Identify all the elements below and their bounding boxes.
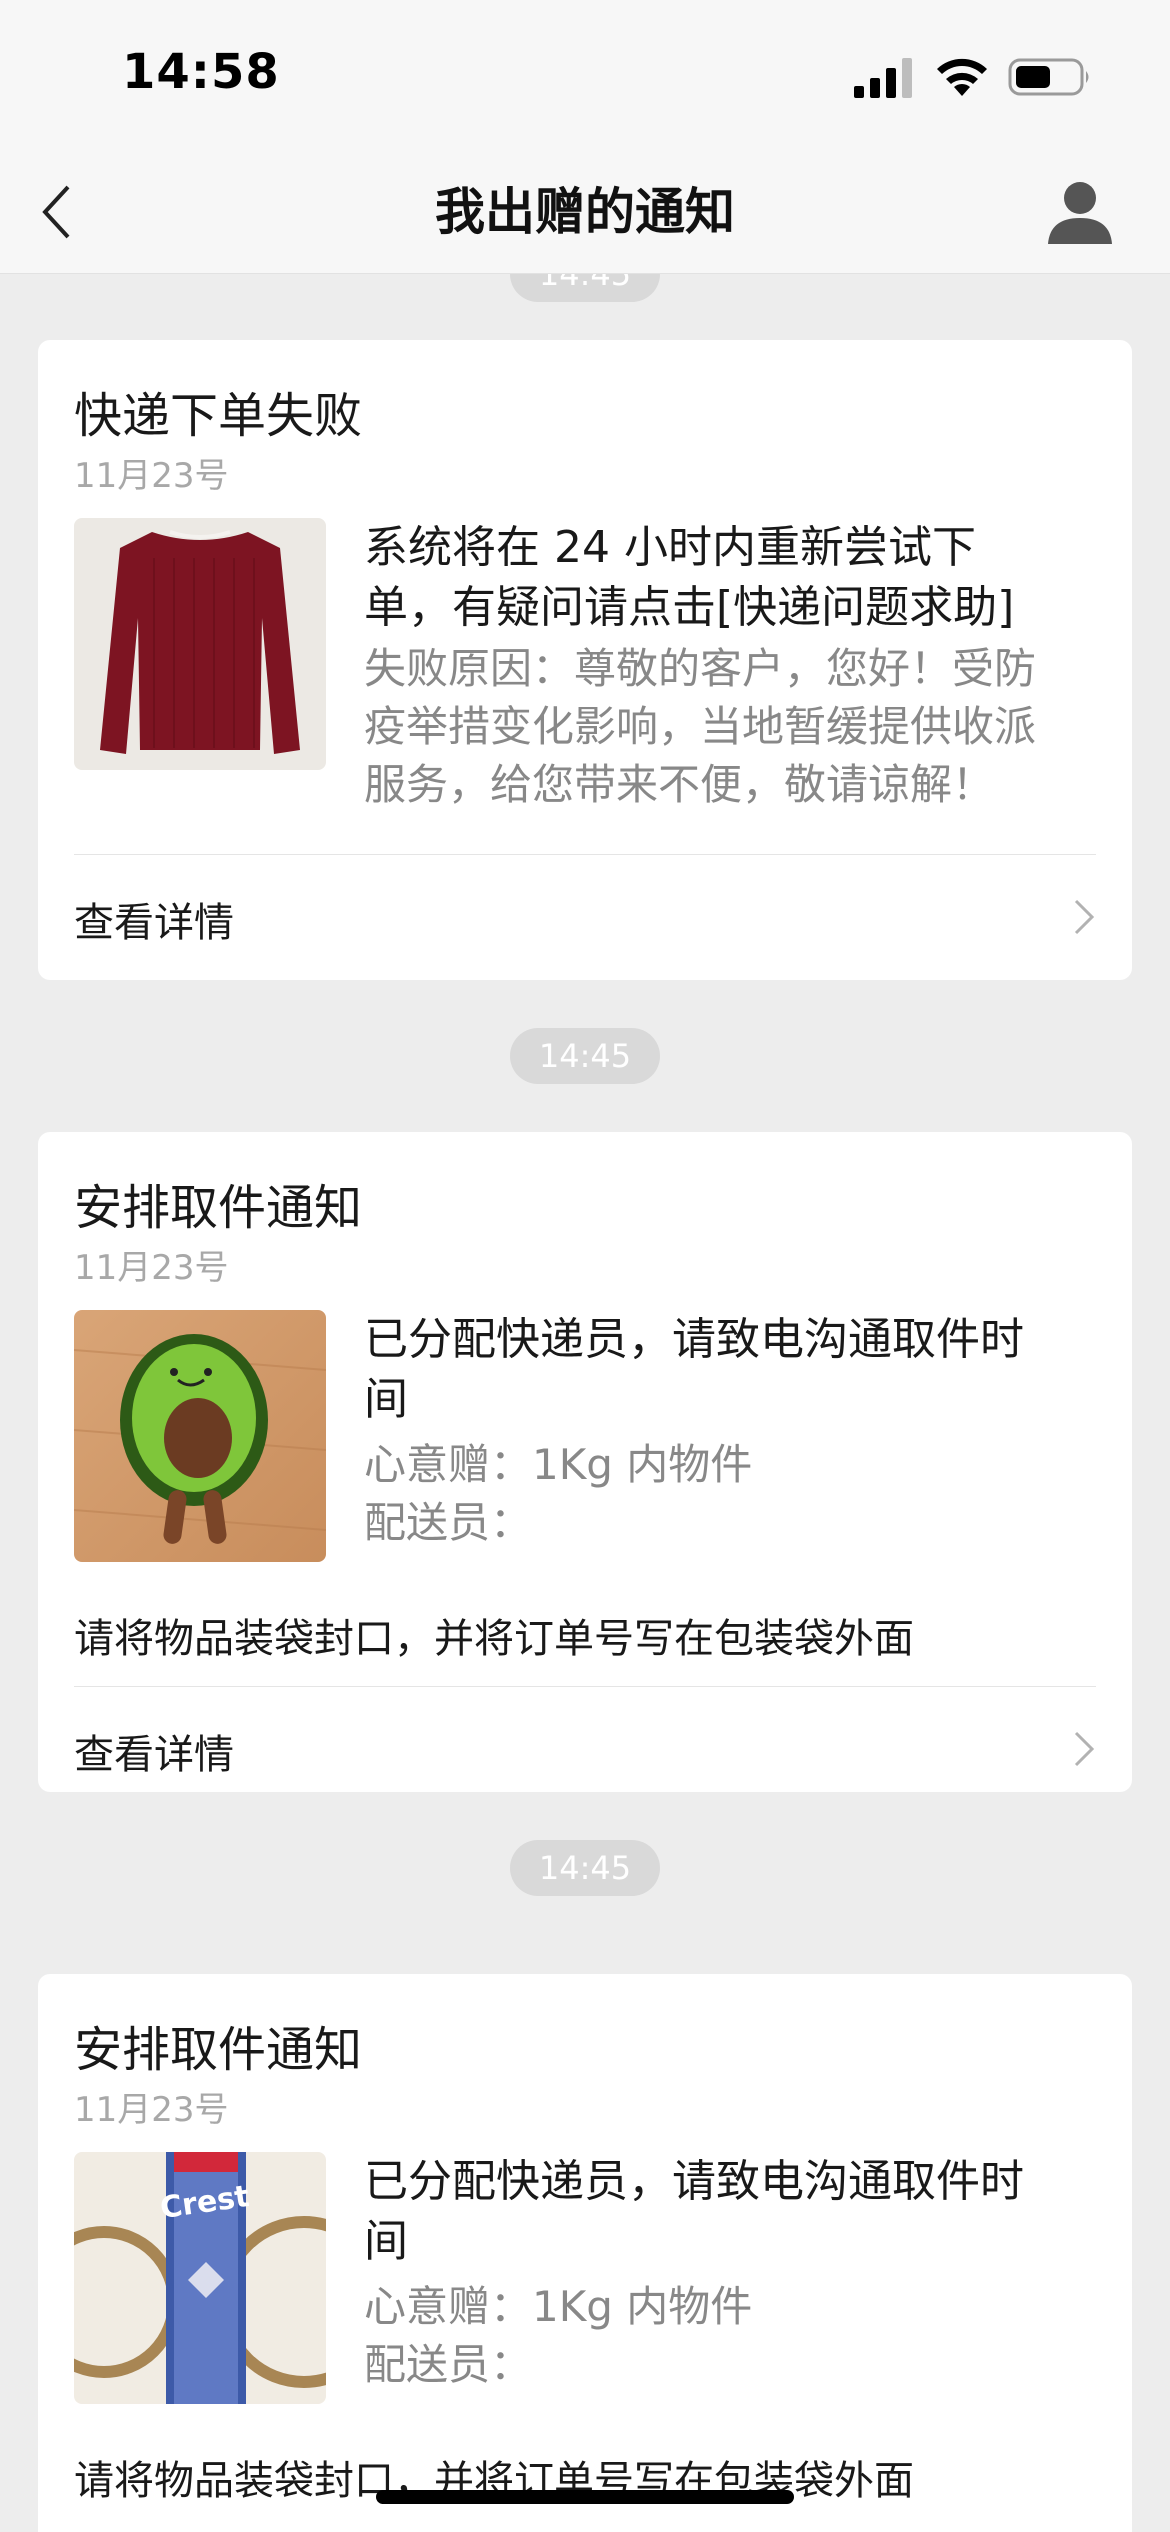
back-button[interactable] bbox=[30, 172, 82, 252]
chevron-right-icon bbox=[1074, 899, 1095, 935]
user-icon[interactable] bbox=[1044, 176, 1116, 248]
item-thumbnail bbox=[74, 518, 326, 770]
notification-feed[interactable]: 14:45 快递下单失败 11月23号 系统将在 24 小时内重新尝试下 单，有… bbox=[0, 274, 1170, 2532]
timestamp-pill: 14:45 bbox=[510, 1840, 660, 1896]
card-title: 快递下单失败 bbox=[74, 388, 363, 444]
card-date: 11月23号 bbox=[74, 1248, 229, 1288]
card-date: 11月23号 bbox=[74, 2090, 229, 2130]
status-time: 14:58 bbox=[122, 44, 280, 100]
view-details-label: 查看详情 bbox=[74, 900, 234, 946]
timestamp-pill: 14:45 bbox=[510, 1028, 660, 1084]
signal-icon bbox=[854, 58, 912, 98]
item-thumbnail: Crest bbox=[74, 2152, 326, 2404]
packing-note: 请将物品装袋封口，并将订单号写在包装袋外面 bbox=[74, 1616, 914, 1662]
screen: 14:58 我出赠的通知 14:45 快递下单失败 11月23号 系统将在 24… bbox=[0, 0, 1170, 2532]
item-info: 心意赠：1Kg 内物件 配送员： bbox=[364, 2282, 753, 2389]
message-text: 已分配快递员，请致电沟通取件时 间 bbox=[364, 2156, 1024, 2267]
battery-icon bbox=[1008, 58, 1089, 96]
notification-card[interactable]: 安排取件通知 11月23号 Crest 已分配快递员，请致电沟通取件时 间 心意… bbox=[38, 1974, 1132, 2532]
message-text: 系统将在 24 小时内重新尝试下 单，有疑问请点击[快递问题求助] bbox=[364, 522, 1015, 633]
card-date: 11月23号 bbox=[74, 456, 229, 496]
message-text: 已分配快递员，请致电沟通取件时 间 bbox=[364, 1314, 1024, 1425]
notification-card[interactable]: 快递下单失败 11月23号 系统将在 24 小时内重新尝试下 单，有疑问请点击[… bbox=[38, 340, 1132, 980]
view-details-link[interactable]: 查看详情 bbox=[38, 1686, 1132, 1812]
card-title: 安排取件通知 bbox=[74, 1180, 363, 1236]
timestamp-pill: 14:45 bbox=[510, 274, 660, 302]
notification-card[interactable]: 安排取件通知 11月23号 已分配快递员，请致电沟通取件时 间 心意赠：1Kg … bbox=[38, 1132, 1132, 1792]
view-details-link[interactable]: 查看详情 bbox=[38, 854, 1132, 980]
item-thumbnail bbox=[74, 1310, 326, 1562]
wifi-icon bbox=[937, 58, 987, 96]
item-info: 心意赠：1Kg 内物件 配送员： bbox=[364, 1440, 753, 1547]
status-bar: 14:58 bbox=[0, 0, 1170, 150]
failure-reason: 失败原因：尊敬的客户，您好！受防 疫举措变化影响，当地暂缓提供收派 服务，给您带… bbox=[364, 644, 1037, 809]
card-title: 安排取件通知 bbox=[74, 2022, 363, 2078]
view-details-label: 查看详情 bbox=[74, 1732, 234, 1778]
chevron-left-icon bbox=[42, 185, 70, 239]
page-title: 我出赠的通知 bbox=[435, 183, 735, 241]
nav-bar: 我出赠的通知 bbox=[0, 150, 1170, 274]
chevron-right-icon bbox=[1074, 1731, 1095, 1767]
home-indicator[interactable] bbox=[376, 2490, 794, 2504]
